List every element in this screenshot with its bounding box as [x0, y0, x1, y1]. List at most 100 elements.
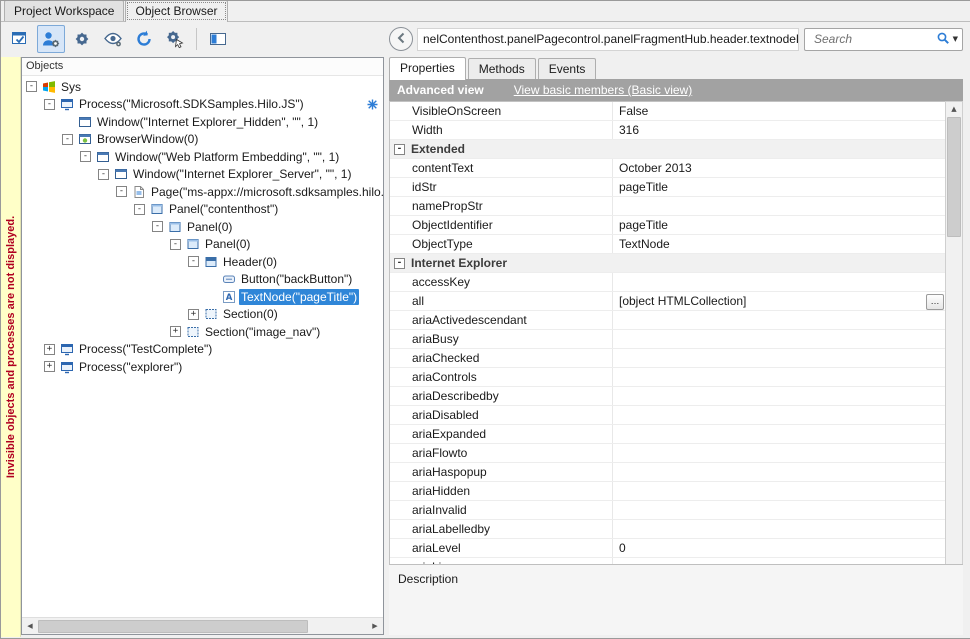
ellipsis-button[interactable]: … — [926, 294, 944, 310]
tree-horizontal-scrollbar[interactable]: ◀ ▶ — [22, 617, 383, 634]
tree-node-label[interactable]: Section("image_nav") — [203, 324, 322, 340]
property-row[interactable]: ariaBusy — [390, 330, 947, 349]
property-row[interactable]: ariaLabelledby — [390, 520, 947, 539]
collapse-icon[interactable]: - — [44, 99, 55, 110]
tree-node-label[interactable]: Window("Internet Explorer_Hidden", "", 1… — [95, 114, 320, 130]
expand-icon[interactable]: + — [44, 361, 55, 372]
tree-node[interactable]: - Page("ms-appx://microsoft.sdksamples.hi… — [22, 183, 383, 201]
scroll-right-icon[interactable]: ▶ — [367, 622, 383, 630]
tree-node[interactable]: + Process("explorer") — [22, 358, 383, 376]
gear-cursor-icon[interactable] — [161, 25, 189, 53]
property-group-row[interactable]: -Internet Explorer — [390, 254, 947, 273]
property-row[interactable]: ariaControls — [390, 368, 947, 387]
property-row[interactable]: Width316 — [390, 121, 947, 140]
tree-node-label[interactable]: Process("TestComplete") — [77, 341, 214, 357]
tree-node[interactable]: ATextNode("pageTitle") — [22, 288, 383, 306]
tree-node-label[interactable]: Window("Web Platform Embedding", "", 1) — [113, 149, 341, 165]
search-icon[interactable] — [936, 31, 950, 48]
scroll-left-icon[interactable]: ◀ — [22, 622, 38, 630]
tree-node-label[interactable]: Header(0) — [221, 254, 279, 270]
expand-icon[interactable]: + — [170, 326, 181, 337]
property-row[interactable]: accessKey — [390, 273, 947, 292]
collapse-icon[interactable]: - — [170, 239, 181, 250]
tree-node-label[interactable]: Page("ms-appx://microsoft.sdksamples.hil… — [149, 184, 383, 200]
property-row[interactable]: ariaDescribedby — [390, 387, 947, 406]
tree-node-label[interactable]: Button("backButton") — [239, 271, 354, 287]
property-row[interactable]: all[object HTMLCollection]… — [390, 292, 947, 311]
collapse-icon[interactable]: - — [98, 169, 109, 180]
checked-window-icon[interactable] — [6, 25, 34, 53]
object-path-field[interactable]: nelContenthost.panelPagecontrol.panelFra… — [417, 28, 799, 51]
tree-node[interactable]: Button("backButton") — [22, 271, 383, 289]
properties-scrollbar[interactable]: ▲ ▼ — [945, 101, 963, 577]
chevron-down-icon[interactable]: ▼ — [953, 35, 958, 43]
collapse-icon[interactable]: - — [26, 81, 37, 92]
collapse-icon[interactable]: - — [394, 144, 405, 155]
collapse-icon[interactable]: - — [152, 221, 163, 232]
object-spy-icon[interactable] — [37, 25, 65, 53]
tree-node[interactable]: + Process("TestComplete") — [22, 341, 383, 359]
property-row[interactable]: ariaDisabled — [390, 406, 947, 425]
property-group-row[interactable]: -Extended — [390, 140, 947, 159]
tab-object-browser[interactable]: Object Browser — [125, 0, 227, 22]
collapse-icon[interactable]: - — [80, 151, 91, 162]
expand-icon[interactable]: + — [188, 309, 199, 320]
collapse-icon[interactable]: - — [62, 134, 73, 145]
tree-node[interactable]: - Process("Microsoft.SDKSamples.Hilo.JS") — [22, 96, 383, 114]
panel-layout-icon[interactable] — [204, 25, 232, 53]
search-box[interactable]: ▼ — [804, 28, 963, 51]
property-row[interactable]: ObjectTypeTextNode — [390, 235, 947, 254]
property-row[interactable]: ariaChecked — [390, 349, 947, 368]
tree-node[interactable]: - BrowserWindow(0) — [22, 131, 383, 149]
property-row[interactable]: ariaExpanded — [390, 425, 947, 444]
tree-node-label[interactable]: Sys — [59, 79, 83, 95]
refresh-icon[interactable] — [130, 25, 158, 53]
tree-node[interactable]: - Header(0) — [22, 253, 383, 271]
property-row[interactable]: ariaHaspopup — [390, 463, 947, 482]
tree-node[interactable]: - Panel(0) — [22, 218, 383, 236]
tree-node-label[interactable]: BrowserWindow(0) — [95, 131, 200, 147]
property-row[interactable]: ariaInvalid — [390, 501, 947, 520]
collapse-icon[interactable]: - — [116, 186, 127, 197]
expand-icon[interactable]: + — [44, 344, 55, 355]
property-row[interactable]: idStrpageTitle — [390, 178, 947, 197]
tree-node[interactable]: Window("Internet Explorer_Hidden", "", 1… — [22, 113, 383, 131]
horizontal-scrollbar-thumb[interactable] — [38, 620, 308, 633]
tree-node[interactable]: - Panel("contenthost") — [22, 201, 383, 219]
tree-node[interactable]: + Section(0) — [22, 306, 383, 324]
property-row[interactable]: VisibleOnScreenFalse — [390, 102, 947, 121]
tree-node-label[interactable]: Panel("contenthost") — [167, 201, 280, 217]
collapse-icon[interactable]: - — [134, 204, 145, 215]
tree-node[interactable]: - Panel(0) — [22, 236, 383, 254]
tree-node-label[interactable]: Panel(0) — [185, 219, 234, 235]
collapse-icon[interactable]: - — [188, 256, 199, 267]
tree-node-label[interactable]: Section(0) — [221, 306, 280, 322]
tree-node[interactable]: - Sys — [22, 78, 383, 96]
collapse-icon[interactable]: - — [394, 258, 405, 269]
property-row[interactable]: ariaLevel0 — [390, 539, 947, 558]
tree-node[interactable]: - Window("Web Platform Embedding", "", 1) — [22, 148, 383, 166]
search-input[interactable] — [812, 31, 936, 47]
tree-node[interactable]: + Section("image_nav") — [22, 323, 383, 341]
tree-node-label[interactable]: Window("Internet Explorer_Server", "", 1… — [131, 166, 353, 182]
property-row[interactable]: ariaActivedescendant — [390, 311, 947, 330]
tree-node-label[interactable]: Process("explorer") — [77, 359, 184, 375]
property-row[interactable]: ariaHidden — [390, 482, 947, 501]
tab-methods[interactable]: Methods — [468, 58, 536, 79]
property-row[interactable]: namePropStr — [390, 197, 947, 216]
vertical-scrollbar-thumb[interactable] — [947, 117, 961, 237]
basic-view-link[interactable]: View basic members (Basic view) — [514, 83, 693, 97]
scroll-up-icon[interactable]: ▲ — [946, 102, 962, 116]
eye-gear-icon[interactable] — [99, 25, 127, 53]
gear-icon[interactable] — [68, 25, 96, 53]
property-row[interactable]: contentTextOctober 2013 — [390, 159, 947, 178]
tree-node-label[interactable]: Process("Microsoft.SDKSamples.Hilo.JS") — [77, 96, 306, 112]
tree-node[interactable]: - Window("Internet Explorer_Server", "", … — [22, 166, 383, 184]
tree-node-label[interactable]: TextNode("pageTitle") — [239, 289, 359, 305]
tab-properties[interactable]: Properties — [389, 57, 466, 80]
property-row[interactable]: ariaFlowto — [390, 444, 947, 463]
tab-project-workspace[interactable]: Project Workspace — [4, 0, 124, 21]
property-row[interactable]: ObjectIdentifierpageTitle — [390, 216, 947, 235]
tree-node-label[interactable]: Panel(0) — [203, 236, 252, 252]
back-button[interactable] — [389, 27, 413, 51]
